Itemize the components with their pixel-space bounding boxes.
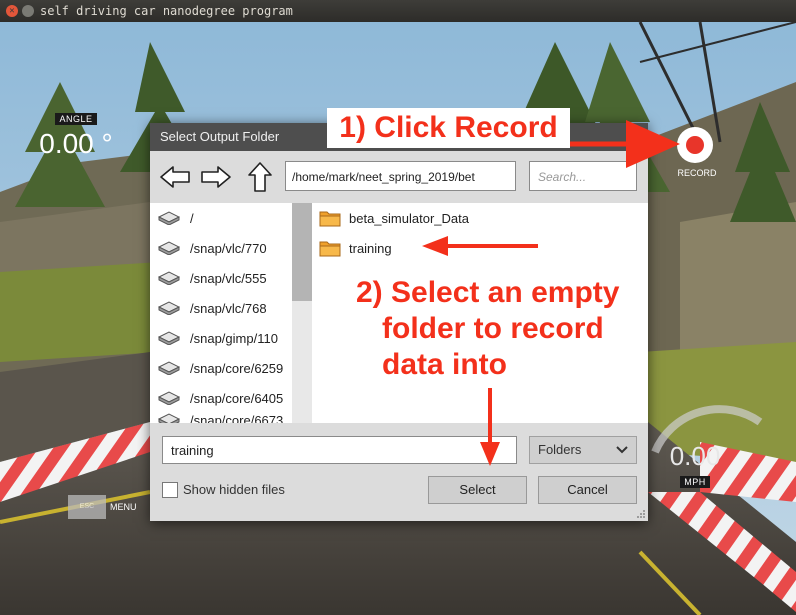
place-item[interactable]: /snap/core/6673 [150, 413, 313, 423]
folder-icon [319, 241, 341, 257]
place-item[interactable]: / [150, 203, 313, 233]
show-hidden-checkbox[interactable] [162, 482, 178, 498]
place-label: /snap/core/6259 [190, 360, 284, 376]
place-label: /snap/core/6673 [190, 413, 284, 423]
place-item[interactable]: /snap/vlc/770 [150, 233, 313, 263]
drive-icon [158, 331, 180, 345]
window-title: self driving car nanodegree program [40, 4, 293, 18]
annotation-step2: 2) Select an empty folder to record data… [356, 275, 619, 383]
menu-label: MENU [110, 502, 137, 512]
folder-name-input[interactable]: training [162, 436, 517, 464]
place-label: /snap/vlc/768 [190, 300, 267, 316]
annotation-step2-line: folder to record [382, 312, 604, 345]
place-item[interactable]: /snap/vlc/555 [150, 263, 313, 293]
place-item[interactable]: /snap/core/6259 [150, 353, 313, 383]
arrow-right-icon [201, 166, 231, 188]
path-field[interactable]: /home/mark/neet_spring_2019/bet [285, 161, 516, 191]
annotation-step1: 1) Click Record [327, 108, 570, 148]
window-titlebar: ✕ self driving car nanodegree program [0, 0, 796, 22]
speed-value: 0.00 [669, 441, 721, 471]
annotation-step2-line: data into [382, 348, 507, 381]
drive-icon [158, 241, 180, 255]
record-button[interactable] [677, 127, 713, 163]
speed-display: 0.00 MPH [660, 440, 730, 490]
folder-label: training [349, 240, 392, 256]
up-button[interactable] [242, 159, 278, 195]
esc-key: ESC [68, 495, 106, 519]
place-label: /snap/vlc/770 [190, 240, 267, 256]
angle-display: ANGLE 0.00 ° [36, 109, 116, 161]
place-label: /snap/vlc/555 [190, 270, 267, 286]
forward-button[interactable] [198, 159, 234, 195]
show-hidden-label: Show hidden files [183, 482, 285, 497]
place-item[interactable]: /snap/vlc/768 [150, 293, 313, 323]
drive-icon [158, 361, 180, 375]
drive-icon [158, 301, 180, 315]
filter-select[interactable]: Folders [529, 436, 637, 464]
chevron-down-icon [616, 446, 628, 454]
record-icon [686, 136, 704, 154]
place-label: /snap/gimp/110 [190, 330, 278, 346]
select-button[interactable]: Select [428, 476, 527, 504]
place-label: /snap/core/6405 [190, 390, 284, 406]
places-list[interactable]: / /snap/vlc/770 /snap/vlc/555 /snap/vlc/… [150, 203, 313, 423]
folder-icon [319, 211, 341, 227]
place-item[interactable]: /snap/gimp/110 [150, 323, 313, 353]
back-button[interactable] [157, 159, 193, 195]
minimize-window-button[interactable] [22, 5, 34, 17]
angle-label: ANGLE [55, 113, 97, 125]
search-input[interactable]: Search... [529, 161, 637, 191]
arrow-up-icon [248, 162, 272, 192]
cancel-button[interactable]: Cancel [538, 476, 637, 504]
resize-grip-icon[interactable] [636, 509, 646, 519]
menu-button[interactable]: ESC MENU [68, 495, 137, 519]
places-scrollbar[interactable] [292, 203, 312, 423]
drive-icon [158, 271, 180, 285]
folder-label: beta_simulator_Data [349, 210, 469, 226]
drive-icon [158, 391, 180, 405]
folder-item[interactable]: beta_simulator_Data [313, 203, 648, 233]
record-label: RECORD [677, 168, 717, 178]
filter-selected-value: Folders [538, 442, 582, 457]
speed-unit: MPH [680, 476, 710, 488]
annotation-step2-line: 2) Select an empty [356, 276, 620, 309]
close-window-button[interactable]: ✕ [6, 5, 18, 17]
angle-value: 0.00 ° [39, 128, 113, 159]
dialog-footer: training Folders Show hidden files Selec… [150, 423, 648, 521]
drive-icon [158, 211, 180, 225]
place-item[interactable]: /snap/core/6405 [150, 383, 313, 413]
place-label: / [190, 210, 194, 226]
arrow-left-icon [160, 166, 190, 188]
folder-item[interactable]: training [313, 233, 648, 263]
scrollbar-thumb[interactable] [292, 203, 312, 301]
drive-icon [158, 413, 180, 423]
